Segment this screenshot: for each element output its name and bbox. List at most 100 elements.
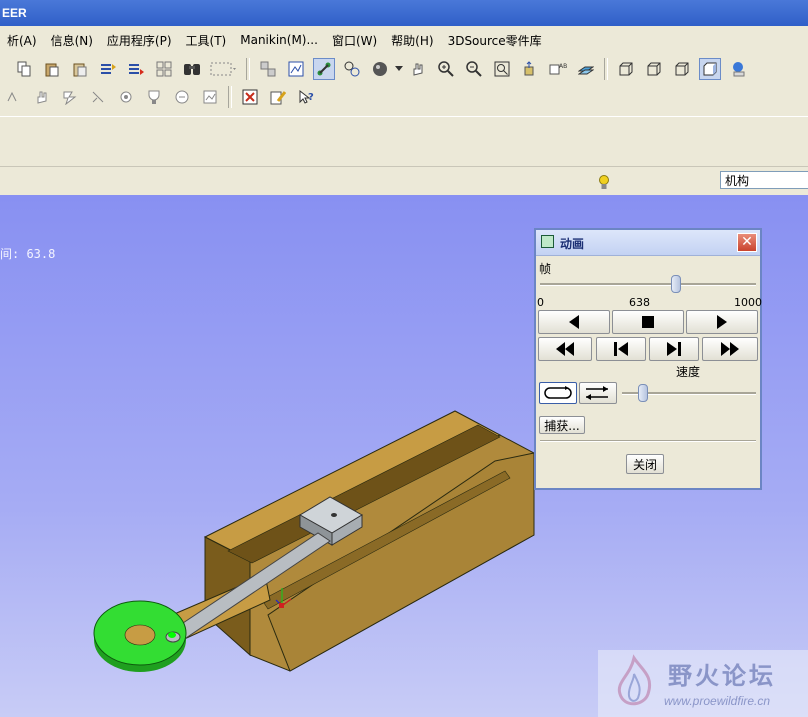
stop-button[interactable] xyxy=(612,310,684,334)
regenerate-icon[interactable] xyxy=(97,58,119,80)
orient-icon[interactable] xyxy=(519,58,541,80)
crank-pin-top xyxy=(168,632,176,638)
window-title-bar: EER xyxy=(0,0,808,26)
frame-slider-track[interactable] xyxy=(540,283,756,286)
step-forward-icon xyxy=(667,342,681,356)
frame-slider-thumb[interactable] xyxy=(671,275,682,293)
fast-forward-icon xyxy=(721,342,739,356)
dialog-app-icon xyxy=(541,235,554,248)
gear-icon[interactable] xyxy=(115,86,137,108)
light-bulb-icon[interactable] xyxy=(598,173,610,194)
servo-icon[interactable] xyxy=(59,86,81,108)
svg-text:AB: AB xyxy=(559,63,567,70)
fast-forward-button[interactable] xyxy=(702,337,758,361)
frame-max-label: 1000 xyxy=(734,296,762,309)
toolbar-row-1: AB xyxy=(10,54,752,84)
pin-icon[interactable] xyxy=(87,86,109,108)
reverse-repeat-icon xyxy=(586,386,608,400)
selection-box-icon[interactable] xyxy=(209,58,239,80)
menu-manikin[interactable]: Manikin(M)... xyxy=(233,33,325,47)
crank-hub xyxy=(124,624,156,646)
menu-applications[interactable]: 应用程序(P) xyxy=(100,32,179,49)
play-reverse-icon xyxy=(569,315,579,329)
layers-icon[interactable] xyxy=(257,58,279,80)
play-reverse-button[interactable] xyxy=(538,310,610,334)
close-window-icon[interactable] xyxy=(239,86,261,108)
menu-window[interactable]: 窗口(W) xyxy=(325,32,384,49)
trophy-icon[interactable] xyxy=(143,86,165,108)
step-forward-button[interactable] xyxy=(649,337,699,361)
capture-button[interactable]: 捕获... xyxy=(539,416,585,434)
pan-icon[interactable] xyxy=(407,58,429,80)
toolbar-area: AB ? xyxy=(0,54,808,116)
close-button[interactable]: 关闭 xyxy=(626,454,664,474)
menu-bar: 析(A) 信息(N) 应用程序(P) 工具(T) Manikin(M)... 窗… xyxy=(0,26,808,54)
rewind-icon xyxy=(556,342,574,356)
hand-icon[interactable] xyxy=(31,86,53,108)
appearance-icon[interactable] xyxy=(727,58,749,80)
mechanism-select[interactable]: 机构 xyxy=(720,171,808,189)
saved-views-icon[interactable]: AB xyxy=(547,58,569,80)
step-back-button[interactable] xyxy=(596,337,646,361)
watermark: 野火论坛 www.proewildfire.cn xyxy=(598,650,808,717)
toolbar-separator xyxy=(246,58,250,80)
repeat-icon xyxy=(544,386,572,399)
regen-manager-icon[interactable] xyxy=(125,58,147,80)
menu-3dsource[interactable]: 3DSource零件库 xyxy=(441,32,549,49)
reverse-repeat-button[interactable] xyxy=(579,382,617,404)
sphere-icon[interactable] xyxy=(369,58,391,80)
window-title: EER xyxy=(2,6,27,20)
speed-label: 速度 xyxy=(676,365,701,379)
slider-hole xyxy=(331,513,337,517)
watermark-title: 野火论坛 xyxy=(668,662,776,690)
menu-analysis[interactable]: 析(A) xyxy=(0,32,44,49)
toolbar-row-2: ? xyxy=(0,82,320,112)
connection-icon[interactable] xyxy=(341,58,363,80)
zoom-out-icon[interactable] xyxy=(463,58,485,80)
analysis-icon[interactable] xyxy=(199,86,221,108)
dialog-title-bar[interactable]: 动画 ✕ xyxy=(536,230,760,256)
status-row: 机构 xyxy=(0,166,808,195)
step-back-icon xyxy=(614,342,628,356)
svg-text:?: ? xyxy=(308,92,314,103)
paste-special-icon[interactable] xyxy=(69,58,91,80)
repeat-button[interactable] xyxy=(539,382,577,404)
motor-icon[interactable] xyxy=(171,86,193,108)
menu-info[interactable]: 信息(N) xyxy=(44,32,100,49)
search-icon[interactable] xyxy=(181,58,203,80)
find-icon[interactable] xyxy=(153,58,175,80)
gray-panel xyxy=(0,116,808,167)
rewind-button[interactable] xyxy=(538,337,592,361)
frame-min-label: 0 xyxy=(537,296,544,309)
display-style-icon[interactable] xyxy=(285,58,307,80)
play-forward-button[interactable] xyxy=(686,310,758,334)
zoom-in-icon[interactable] xyxy=(435,58,457,80)
frame-label: 帧 xyxy=(539,262,552,276)
drag-icon[interactable] xyxy=(3,86,25,108)
frame-value-label: 638 xyxy=(629,296,650,309)
menu-help[interactable]: 帮助(H) xyxy=(384,32,440,49)
flame-logo-icon xyxy=(617,654,651,706)
no-hidden-icon[interactable] xyxy=(671,58,693,80)
animation-dialog: 动画 ✕ 帧 0 638 1000 速度 捕获... 关闭 xyxy=(534,228,762,490)
hidden-line-icon[interactable] xyxy=(643,58,665,80)
wireframe-icon[interactable] xyxy=(615,58,637,80)
toolbar-separator xyxy=(604,58,608,80)
close-icon[interactable]: ✕ xyxy=(737,233,757,252)
menu-tools[interactable]: 工具(T) xyxy=(179,32,234,49)
watermark-url: www.proewildfire.cn xyxy=(664,694,771,708)
toolbar-separator xyxy=(228,86,232,108)
edit-icon[interactable] xyxy=(267,86,289,108)
play-forward-icon xyxy=(717,315,727,329)
mechanism-icon[interactable] xyxy=(313,58,335,80)
dialog-divider xyxy=(540,440,756,442)
whats-this-icon[interactable]: ? xyxy=(295,86,317,108)
chevron-down-icon[interactable] xyxy=(394,58,404,80)
datum-display-icon[interactable] xyxy=(575,58,597,80)
refit-icon[interactable] xyxy=(491,58,513,80)
speed-slider-thumb[interactable] xyxy=(638,384,649,402)
paste-icon[interactable] xyxy=(41,58,63,80)
stop-icon xyxy=(642,316,654,328)
shading-icon[interactable] xyxy=(699,58,721,80)
copy-icon[interactable] xyxy=(13,58,35,80)
